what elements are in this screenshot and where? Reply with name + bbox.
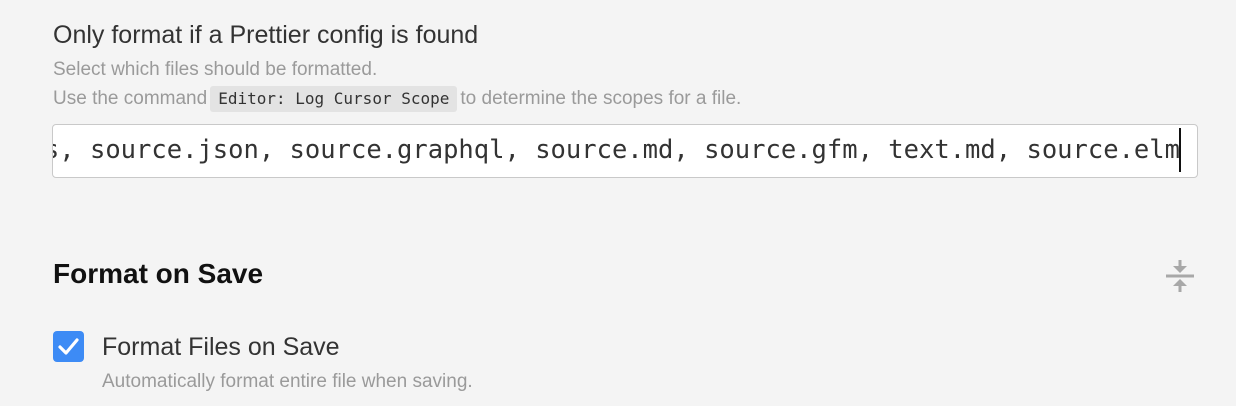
format-on-save-label[interactable]: Format Files on Save	[102, 331, 340, 363]
text-cursor	[1179, 128, 1181, 172]
description-suffix: to determine the scopes for a file.	[460, 88, 742, 109]
setting-description: Select which files should be formatted.	[53, 59, 378, 80]
setting-title: Only format if a Prettier config is foun…	[53, 21, 479, 49]
scopes-input-value: source.js, source.jsx, source.js.jsx, so…	[53, 135, 1180, 165]
command-name: Editor: Log Cursor Scope	[210, 86, 458, 112]
scopes-input[interactable]: source.js, source.jsx, source.js.jsx, so…	[52, 124, 1198, 178]
section-title: Format on Save	[53, 258, 264, 289]
checkmark-icon	[58, 338, 79, 355]
format-on-save-checkbox[interactable]	[53, 331, 84, 362]
collapse-icon[interactable]	[1164, 259, 1196, 293]
format-on-save-description: Automatically format entire file when sa…	[102, 371, 473, 392]
setting-description-command: Use the command Editor: Log Cursor Scope t…	[53, 86, 741, 112]
description-prefix: Use the command	[53, 88, 208, 109]
